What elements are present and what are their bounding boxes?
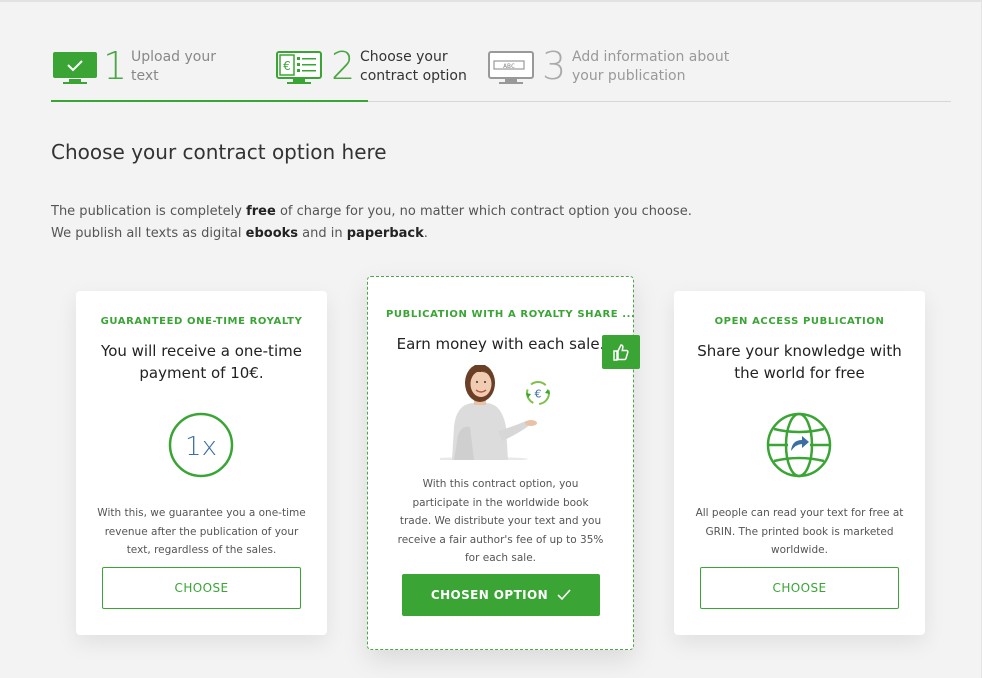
card-headline: Earn money with each sale. (396, 335, 605, 353)
steps-progress-bar (51, 100, 368, 102)
step-number: 2 (331, 44, 356, 88)
monitor-euro-list-icon: € (276, 51, 322, 84)
svg-text:€: € (535, 388, 542, 401)
top-border (0, 0, 982, 2)
card-description: All people can read your text for free a… (695, 507, 904, 556)
progress-steps: 1 Upload your text € 2 Choose your contr… (51, 44, 951, 102)
step-number: 3 (542, 44, 567, 88)
choose-button[interactable]: CHOOSE (102, 567, 301, 609)
monitor-check-icon (53, 52, 97, 84)
checkmark-icon (557, 589, 571, 601)
intro-text: The publication is completely free of ch… (51, 204, 692, 241)
step-label: Add information about your publication (572, 49, 730, 84)
card-kicker: OPEN ACCESS PUBLICATION (714, 316, 885, 327)
chosen-option-button[interactable]: CHOSEN OPTION (402, 574, 600, 616)
globe-share-icon (766, 412, 832, 478)
svg-text:€: € (283, 59, 291, 73)
card-headline: Share your knowledge with the world for … (697, 342, 902, 382)
page-title: Choose your contract option here (51, 140, 387, 164)
card-one-time-royalty[interactable]: GUARANTEED ONE-TIME ROYALTY You will rec… (76, 291, 327, 635)
choose-button[interactable]: CHOOSE (700, 567, 899, 609)
card-description: With this contract option, you participa… (397, 478, 604, 564)
svg-text:ABC: ABC (503, 62, 515, 70)
thumbs-up-glyph (613, 344, 629, 361)
card-kicker: PUBLICATION WITH A ROYALTY SHARE ... (386, 309, 633, 320)
card-open-access[interactable]: OPEN ACCESS PUBLICATION Share your knowl… (674, 291, 925, 635)
card-description: With this, we guarantee you a one-time r… (97, 507, 306, 556)
step-number: 1 (103, 44, 128, 88)
author-woman-image: € (440, 365, 550, 460)
svg-text:1x: 1x (185, 432, 217, 462)
card-royalty-share[interactable]: PUBLICATION WITH A ROYALTY SHARE ... Ear… (367, 276, 640, 650)
monitor-abc-icon: ABC (488, 51, 534, 84)
card-kicker: GUARANTEED ONE-TIME ROYALTY (100, 316, 303, 327)
one-time-badge-icon: 1x (168, 412, 234, 478)
card-headline: You will receive a one-time payment of 1… (101, 342, 302, 382)
thumbs-up-icon[interactable] (602, 335, 640, 369)
